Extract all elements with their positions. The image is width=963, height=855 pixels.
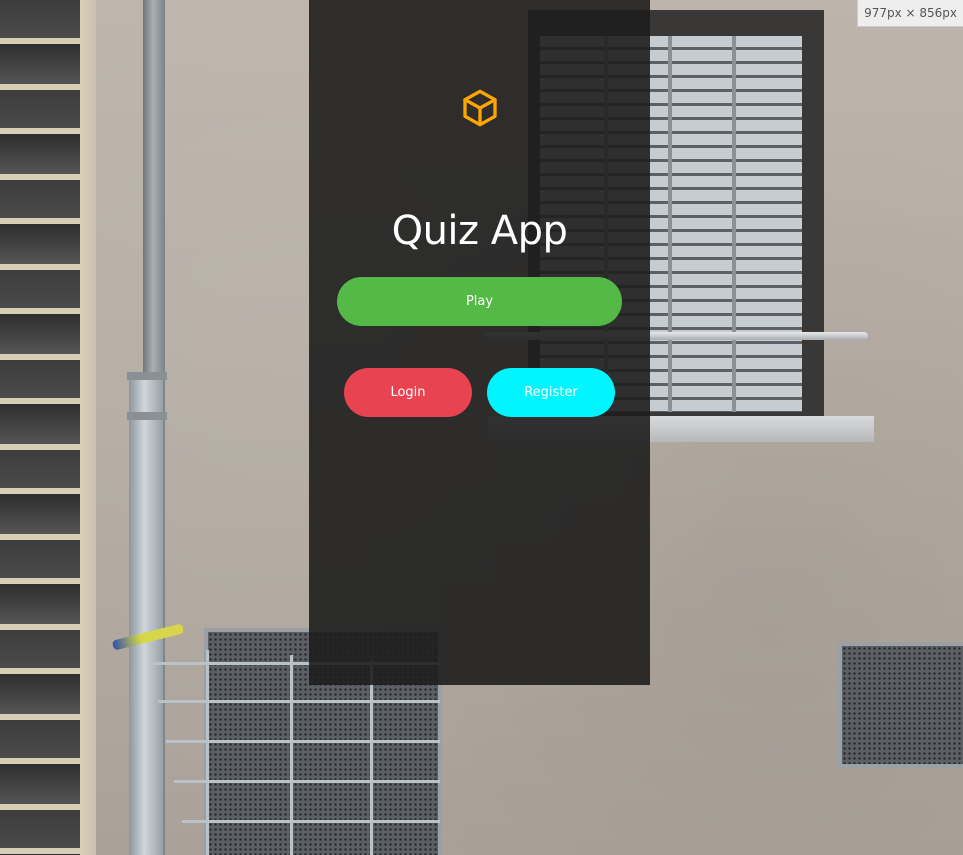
register-button[interactable]: Register (487, 368, 615, 417)
shutter-divider (668, 36, 672, 412)
page: Quiz App Play Login Register 977px × 856… (0, 0, 963, 855)
wall-vent (838, 642, 963, 768)
cube-icon (463, 89, 497, 127)
cart-wire (206, 650, 209, 855)
cart-wire (290, 655, 293, 855)
cart-wire (370, 660, 373, 855)
cart-wire (182, 820, 440, 823)
login-button[interactable]: Login (344, 368, 472, 417)
app-title: Quiz App (391, 208, 568, 254)
cart-wire (174, 780, 440, 783)
play-button[interactable]: Play (337, 277, 622, 326)
stone-wall (0, 0, 92, 855)
viewport-size-badge: 977px × 856px (857, 0, 963, 27)
shutter-divider (732, 36, 736, 412)
pipe-ring (127, 412, 167, 420)
cart-wire (158, 700, 440, 703)
pipe-ring (127, 372, 167, 380)
drain-pipe-lower (129, 380, 163, 855)
stone-wall-edge (80, 0, 96, 855)
